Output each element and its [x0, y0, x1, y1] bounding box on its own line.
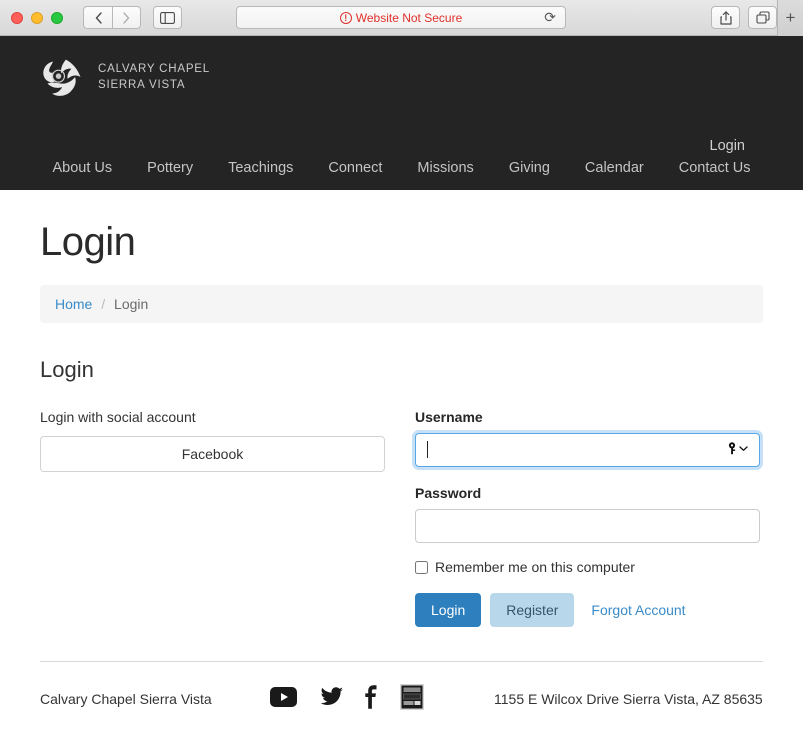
main-navigation: About Us Pottery Teachings Connect Missi…	[0, 160, 803, 176]
tab-overview-icon	[756, 11, 770, 24]
navigation-buttons	[83, 6, 141, 29]
register-button[interactable]: Register	[490, 593, 574, 627]
breadcrumb-current: Login	[114, 296, 148, 312]
form-actions: Login Register Forgot Account	[415, 593, 760, 627]
login-button[interactable]: Login	[415, 593, 481, 627]
page-content: Login Home / Login Login Login with soci…	[0, 190, 803, 627]
chevron-down-icon	[739, 445, 748, 452]
facebook-login-button[interactable]: Facebook	[40, 436, 385, 472]
nav-item-teachings[interactable]: Teachings	[228, 160, 293, 176]
site-header: CALVARY CHAPEL SIERRA VISTA Login About …	[0, 36, 803, 190]
chevron-right-icon	[123, 12, 130, 24]
login-form-row: Login with social account Facebook Usern…	[40, 409, 763, 627]
remember-me-checkbox[interactable]	[415, 561, 428, 574]
breadcrumb-home-link[interactable]: Home	[55, 296, 92, 312]
browser-toolbar: ! Website Not Secure ⟳ +	[0, 0, 803, 36]
youtube-icon	[270, 687, 297, 707]
share-icon	[720, 11, 732, 25]
address-bar[interactable]: ! Website Not Secure ⟳	[236, 6, 566, 29]
remember-me-row: Remember me on this computer	[415, 559, 760, 575]
page-title: Login	[40, 190, 763, 265]
logo-wordmark: CALVARY CHAPEL SIERRA VISTA	[98, 62, 210, 93]
facebook-link[interactable]	[365, 685, 378, 712]
footer-address: 1155 E Wilcox Drive Sierra Vista, AZ 856…	[494, 691, 763, 707]
section-heading: Login	[40, 357, 763, 383]
nav-item-contact-us[interactable]: Contact Us	[679, 160, 751, 176]
remember-me-label[interactable]: Remember me on this computer	[435, 559, 635, 575]
chevron-left-icon	[95, 12, 102, 24]
tab-overview-button[interactable]	[748, 6, 777, 29]
dove-logo-icon	[40, 56, 88, 100]
twitter-icon	[319, 687, 343, 707]
nav-item-calendar[interactable]: Calendar	[585, 160, 644, 176]
toolbar-right-buttons	[711, 6, 777, 29]
nav-item-pottery[interactable]: Pottery	[147, 160, 193, 176]
nav-item-connect[interactable]: Connect	[328, 160, 382, 176]
header-login-link[interactable]: Login	[710, 138, 745, 154]
security-status-text: Website Not Secure	[356, 11, 463, 25]
security-warning: ! Website Not Secure	[340, 11, 463, 25]
logo-line-2: SIERRA VISTA	[98, 78, 210, 94]
app-link[interactable]	[400, 684, 424, 713]
facebook-icon	[365, 685, 378, 709]
logo-line-1: CALVARY CHAPEL	[98, 62, 210, 78]
breadcrumb: Home / Login	[40, 285, 763, 323]
window-controls	[0, 12, 63, 24]
site-footer: Calvary Chapel Sierra Vista	[40, 661, 763, 713]
nav-item-about-us[interactable]: About Us	[53, 160, 113, 176]
youtube-link[interactable]	[270, 687, 297, 710]
twitter-link[interactable]	[319, 687, 343, 710]
username-label: Username	[415, 409, 760, 425]
close-window-button[interactable]	[11, 12, 23, 24]
site-logo[interactable]: CALVARY CHAPEL SIERRA VISTA	[0, 36, 803, 100]
sidebar-toggle-button[interactable]	[153, 6, 182, 29]
password-label: Password	[415, 485, 760, 501]
footer-social-icons	[270, 684, 424, 713]
password-field-wrapper	[415, 501, 760, 543]
username-field-wrapper	[415, 425, 760, 467]
footer-site-name: Calvary Chapel Sierra Vista	[40, 691, 270, 707]
new-tab-button[interactable]: +	[777, 0, 803, 36]
username-input[interactable]	[415, 433, 760, 467]
credentials-column: Username Password	[415, 409, 760, 627]
social-login-label: Login with social account	[40, 409, 385, 425]
password-input[interactable]	[415, 509, 760, 543]
text-cursor	[427, 441, 428, 458]
app-icon	[400, 684, 424, 710]
minimize-window-button[interactable]	[31, 12, 43, 24]
nav-item-giving[interactable]: Giving	[509, 160, 550, 176]
forward-button[interactable]	[112, 6, 141, 29]
key-icon	[727, 442, 738, 455]
reload-button[interactable]: ⟳	[544, 9, 556, 26]
back-button[interactable]	[83, 6, 112, 29]
sidebar-icon	[160, 12, 175, 24]
share-button[interactable]	[711, 6, 740, 29]
breadcrumb-separator: /	[101, 296, 105, 312]
maximize-window-button[interactable]	[51, 12, 63, 24]
autofill-button[interactable]	[727, 442, 748, 455]
social-login-column: Login with social account Facebook	[40, 409, 385, 627]
forgot-account-link[interactable]: Forgot Account	[591, 602, 685, 618]
warning-icon: !	[340, 12, 352, 24]
nav-item-missions[interactable]: Missions	[417, 160, 473, 176]
